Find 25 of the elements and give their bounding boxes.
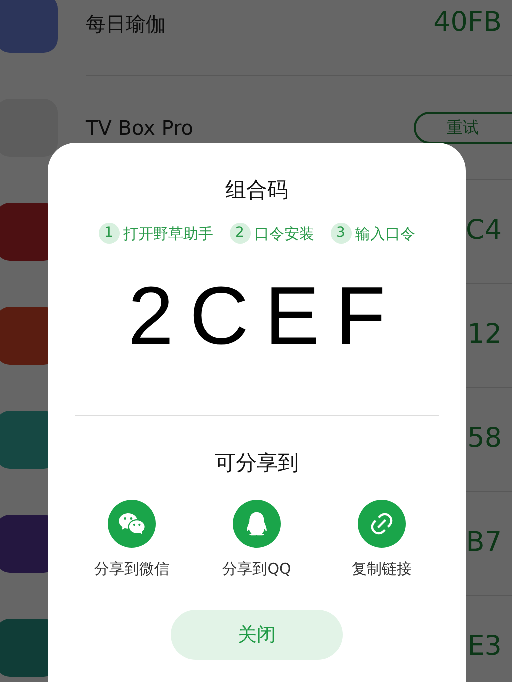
install-code: 58 (468, 422, 502, 456)
install-code: 40FB (434, 6, 502, 40)
install-code: C4 (466, 214, 502, 248)
step-label: 口令安装 (254, 224, 314, 244)
share-option-label[interactable]: 分享到QQ (222, 558, 292, 580)
step-number: 2 (230, 223, 250, 244)
app-icon (0, 99, 58, 157)
step-number: 3 (330, 223, 352, 244)
app-icon (0, 0, 58, 53)
step-label: 输入口令 (356, 224, 416, 244)
app-name: TV Box Pro (86, 114, 194, 142)
step-number: 1 (98, 223, 120, 244)
install-code: E3 (468, 630, 502, 664)
install-code: B7 (466, 526, 502, 560)
penguin-icon[interactable] (233, 500, 281, 548)
chat-bubbles-icon[interactable] (108, 500, 156, 548)
step-label: 打开野草助手 (124, 224, 214, 244)
combination-code: 2CEF (127, 270, 402, 364)
share-option-label[interactable]: 复制链接 (352, 558, 412, 580)
dialog-title: 组合码 (226, 177, 288, 204)
link-icon[interactable] (358, 500, 406, 548)
app-name: 每日瑜伽 (86, 10, 166, 38)
share-option-label[interactable]: 分享到微信 (94, 558, 170, 580)
install-code: 12 (468, 318, 502, 352)
share-title: 可分享到 (215, 450, 299, 477)
